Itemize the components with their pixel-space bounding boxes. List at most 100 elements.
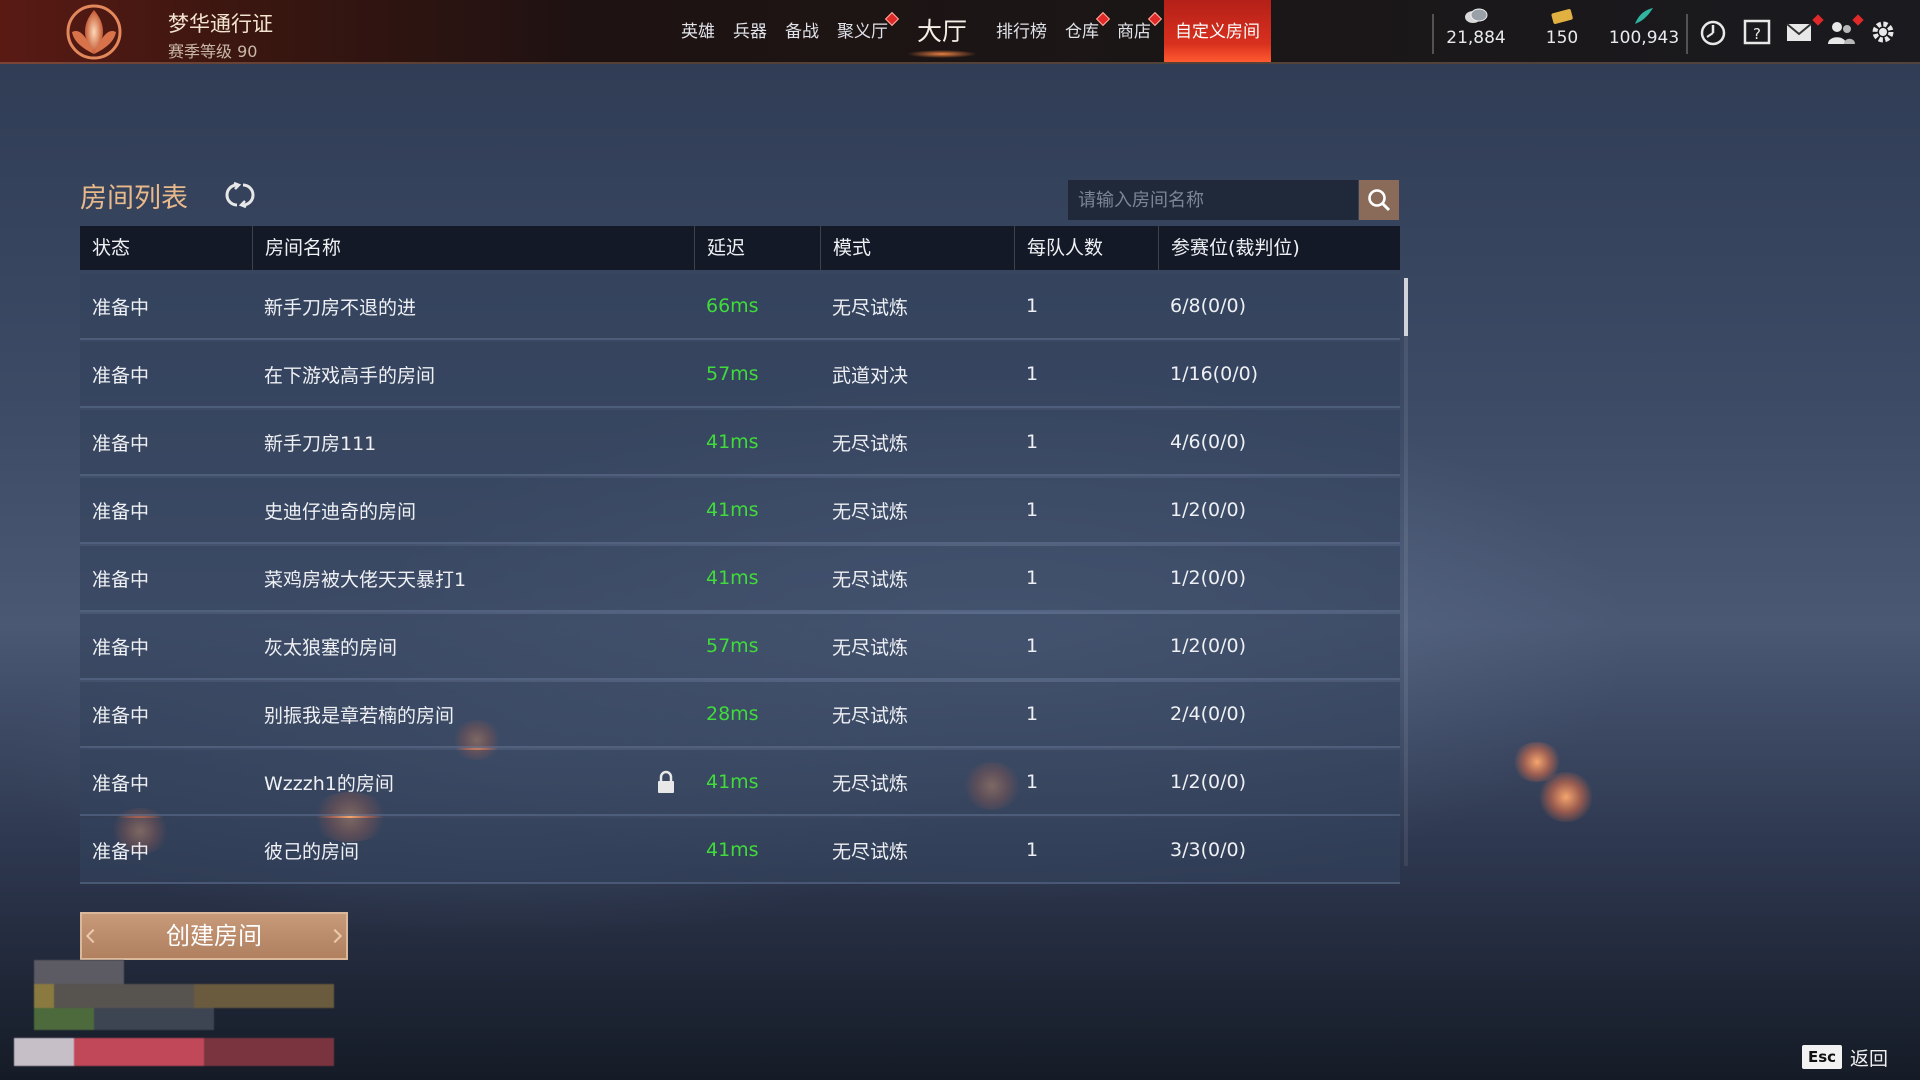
room-status-text: 准备中 [92, 296, 150, 319]
column-header-slots[interactable]: 参赛位(裁判位) [1158, 226, 1400, 270]
refresh-icon[interactable] [225, 181, 255, 209]
room-slots-text: 1/2(0/0) [1170, 771, 1246, 793]
nav-item-label: 仓库 [1065, 22, 1100, 42]
currency-value: 100,943 [1608, 28, 1680, 48]
nav-item-shop[interactable]: 商店 [1108, 0, 1163, 62]
room-latency: 41ms [694, 431, 820, 453]
room-latency-text: 41ms [706, 567, 759, 589]
room-mode: 无尽试炼 [820, 701, 1014, 728]
column-header-mode[interactable]: 模式 [820, 226, 1014, 270]
room-name-text: 新手刀房111 [264, 432, 377, 455]
room-slots: 1/2(0/0) [1158, 499, 1400, 521]
room-status: 准备中 [80, 361, 252, 388]
room-mode-text: 无尽试炼 [832, 704, 909, 727]
nav-item-guild-hall[interactable]: 聚义厅 [828, 0, 900, 62]
room-name-text: 别振我是章若楠的房间 [264, 704, 455, 727]
nav-item-custom-room[interactable]: 自定义房间 [1164, 0, 1272, 62]
room-status: 准备中 [80, 769, 252, 796]
room-team-size-text: 1 [1026, 703, 1039, 725]
mail-icon[interactable] [1784, 18, 1814, 46]
table-header: 状态 房间名称 延迟 模式 每队人数 参赛位(裁判位) [80, 226, 1400, 270]
room-slots: 1/2(0/0) [1158, 567, 1400, 589]
room-status-text: 准备中 [92, 432, 150, 455]
room-latency: 41ms [694, 567, 820, 589]
room-latency-text: 41ms [706, 839, 759, 861]
table-row[interactable]: 准备中 菜鸡房被大佬天天暴打1 41ms 无尽试炼 1 1/2(0/0) [80, 546, 1400, 612]
room-slots: 4/6(0/0) [1158, 431, 1400, 453]
room-latency-text: 57ms [706, 363, 759, 385]
room-mode-text: 无尽试炼 [832, 432, 909, 455]
nav-item-lobby[interactable]: 大厅 [897, 0, 987, 62]
room-latency-text: 41ms [706, 499, 759, 521]
divider [1432, 14, 1434, 54]
nav-item-heroes[interactable]: 英雄 [672, 0, 724, 62]
room-team-size: 1 [1014, 363, 1158, 385]
nav-item-label: 商店 [1117, 22, 1152, 42]
room-mode: 无尽试炼 [820, 769, 1014, 796]
table-row[interactable]: 准备中 新手刀房不退的进 66ms 无尽试炼 1 6/8(0/0) [80, 274, 1400, 340]
nav-item-warehouse[interactable]: 仓库 [1056, 0, 1111, 62]
season-pass-emblem-icon[interactable] [58, 2, 130, 60]
room-name: Wzzzh1的房间 [252, 769, 694, 796]
nav-item-prepare[interactable]: 备战 [776, 0, 828, 62]
room-slots-text: 6/8(0/0) [1170, 295, 1246, 317]
room-slots-text: 1/2(0/0) [1170, 499, 1246, 521]
room-slots-text: 3/3(0/0) [1170, 839, 1246, 861]
room-latency: 41ms [658, 770, 820, 793]
currency-feathers[interactable]: 100,943 [1606, 6, 1682, 48]
table-row[interactable]: 准备中 Wzzzh1的房间 41ms 无尽试炼 1 1/2(0/0) [80, 750, 1400, 816]
room-status-text: 准备中 [92, 772, 150, 795]
timer-icon[interactable] [1698, 18, 1728, 46]
nav-item-leaderboard[interactable]: 排行榜 [987, 0, 1056, 62]
room-team-size-text: 1 [1026, 499, 1039, 521]
room-team-size: 1 [1014, 567, 1158, 589]
svg-text:?: ? [1753, 25, 1761, 43]
room-name: 新手刀房不退的进 [252, 293, 694, 320]
currency-tickets[interactable]: 150 [1538, 6, 1586, 48]
room-latency: 28ms [694, 703, 820, 725]
column-header-status[interactable]: 状态 [80, 226, 252, 270]
room-slots: 6/8(0/0) [1158, 295, 1400, 317]
room-status: 准备中 [80, 497, 252, 524]
table-row[interactable]: 准备中 彼己的房间 41ms 无尽试炼 1 3/3(0/0) [80, 818, 1400, 884]
room-latency: 41ms [694, 499, 820, 521]
help-book-icon[interactable]: ? [1742, 18, 1772, 46]
room-latency-text: 66ms [706, 295, 759, 317]
table-row[interactable]: 准备中 在下游戏高手的房间 57ms 武道对决 1 1/16(0/0) [80, 342, 1400, 408]
room-slots: 1/2(0/0) [1158, 771, 1400, 793]
room-status-text: 准备中 [92, 704, 150, 727]
create-room-button[interactable]: 创建房间 [80, 912, 348, 960]
room-team-size-text: 1 [1026, 363, 1039, 385]
column-header-latency[interactable]: 延迟 [694, 226, 820, 270]
room-latency: 41ms [694, 839, 820, 861]
table-row[interactable]: 准备中 新手刀房111 41ms 无尽试炼 1 4/6(0/0) [80, 410, 1400, 476]
column-header-room-name[interactable]: 房间名称 [252, 226, 694, 270]
column-header-team-size[interactable]: 每队人数 [1014, 226, 1158, 270]
scrollbar-thumb[interactable] [1404, 278, 1408, 336]
room-mode: 无尽试炼 [820, 565, 1014, 592]
room-latency-text: 41ms [706, 771, 759, 793]
search-button[interactable] [1359, 180, 1399, 220]
room-status: 准备中 [80, 837, 252, 864]
season-pass-title[interactable]: 梦华通行证 [168, 8, 273, 38]
room-status: 准备中 [80, 633, 252, 660]
room-slots-text: 2/4(0/0) [1170, 703, 1246, 725]
settings-icon[interactable] [1868, 18, 1898, 46]
room-slots: 2/4(0/0) [1158, 703, 1400, 725]
room-search-input[interactable] [1068, 180, 1358, 220]
room-name: 别振我是章若楠的房间 [252, 701, 694, 728]
nav-item-weapons[interactable]: 兵器 [724, 0, 776, 62]
table-row[interactable]: 准备中 别振我是章若楠的房间 28ms 无尽试炼 1 2/4(0/0) [80, 682, 1400, 748]
friends-icon[interactable] [1826, 18, 1856, 46]
room-mode-text: 武道对决 [832, 364, 909, 387]
table-row[interactable]: 准备中 灰太狼塞的房间 57ms 无尽试炼 1 1/2(0/0) [80, 614, 1400, 680]
table-row[interactable]: 准备中 史迪仔迪奇的房间 41ms 无尽试炼 1 1/2(0/0) [80, 478, 1400, 544]
room-slots: 3/3(0/0) [1158, 839, 1400, 861]
room-team-size-text: 1 [1026, 295, 1039, 317]
scrollbar-track[interactable] [1404, 278, 1408, 866]
room-name-text: 菜鸡房被大佬天天暴打1 [264, 568, 467, 591]
room-team-size: 1 [1014, 499, 1158, 521]
back-button[interactable]: 返回 [1850, 1044, 1888, 1071]
currency-coins[interactable]: 21,884 [1444, 6, 1508, 48]
main-nav: 英雄 兵器 备战 聚义厅 大厅 排行榜 仓库 商店 自定义房间 [672, 0, 1272, 62]
